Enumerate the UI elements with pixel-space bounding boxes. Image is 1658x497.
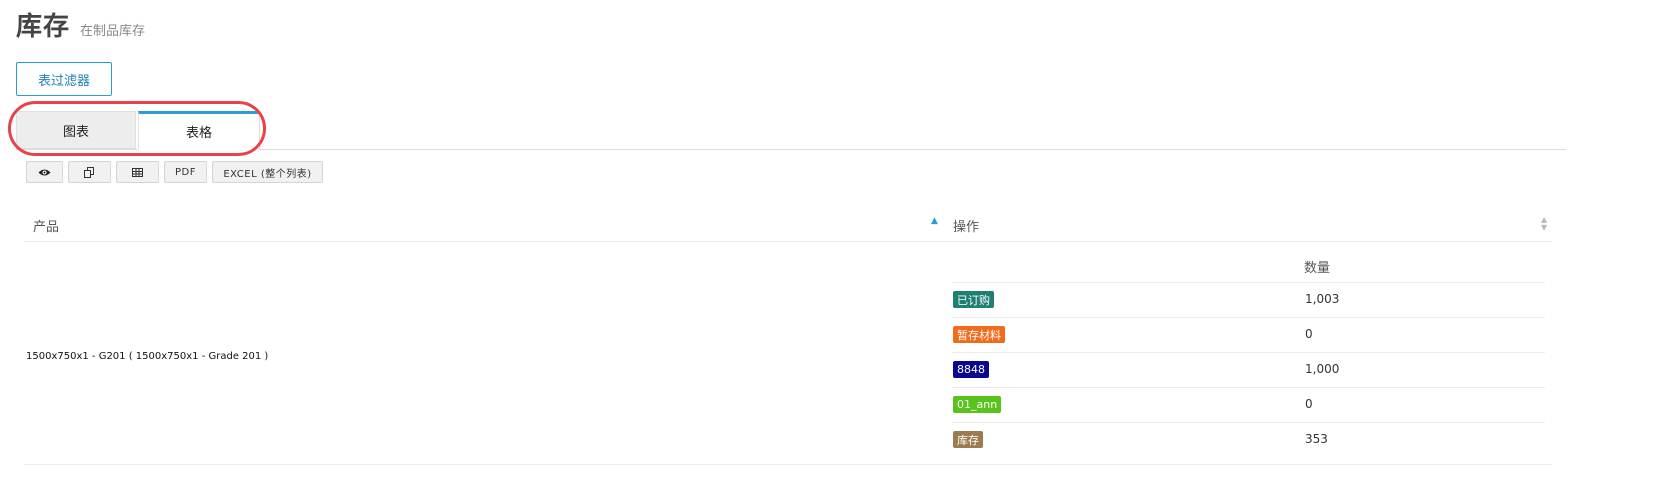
sort-ascending-icon[interactable]: ▲ — [931, 216, 938, 226]
quantity-value: 1,000 — [1305, 362, 1340, 376]
sub-header-quantity: 数量 — [1304, 261, 1331, 276]
quantity-value: 0 — [1305, 327, 1313, 341]
status-badge: 01_ann — [953, 396, 1002, 413]
status-badge: 已订购 — [953, 291, 994, 308]
copy-icon — [84, 166, 94, 178]
product-cell: 1500x750x1 - G201 ( 1500x750x1 - Grade 2… — [26, 351, 269, 362]
status-badge: 库存 — [953, 431, 983, 448]
quantity-value: 353 — [1305, 432, 1328, 446]
table-columns-icon — [132, 167, 143, 177]
quantity-value: 0 — [1305, 397, 1313, 411]
page-header: 库存 在制品库存 — [16, 6, 145, 43]
tab-chart[interactable]: 图表 — [16, 111, 136, 149]
csv-export-button[interactable] — [116, 161, 159, 183]
sub-row-divider — [952, 317, 1545, 318]
pdf-export-button[interactable]: PDF — [164, 161, 207, 183]
sub-row-divider — [952, 387, 1545, 388]
sort-both-icon[interactable]: ▲ ▼ — [1541, 216, 1547, 232]
column-header-operations[interactable]: 操作 — [953, 216, 979, 235]
column-header-product[interactable]: 产品 — [33, 216, 59, 235]
table-toolbar: PDF EXCEL (整个列表) — [26, 161, 328, 183]
status-badge: 暂存材料 — [953, 326, 1005, 343]
column-visibility-button[interactable] — [26, 161, 63, 183]
excel-export-button[interactable]: EXCEL (整个列表) — [212, 161, 323, 183]
eye-icon — [38, 169, 51, 175]
status-badge: 8848 — [953, 361, 989, 378]
tab-table[interactable]: 表格 — [138, 111, 260, 150]
header-divider — [24, 241, 1552, 242]
page-subtitle: 在制品库存 — [80, 24, 146, 39]
sub-row-divider — [952, 282, 1545, 283]
page-title: 库存 — [16, 12, 71, 42]
sub-row-divider — [952, 422, 1545, 423]
table-filter-button[interactable]: 表过滤器 — [16, 62, 112, 96]
quantity-value: 1,003 — [1305, 292, 1340, 306]
table-bottom-divider — [24, 464, 1552, 465]
copy-button[interactable] — [68, 161, 111, 183]
sub-row-divider — [952, 352, 1545, 353]
